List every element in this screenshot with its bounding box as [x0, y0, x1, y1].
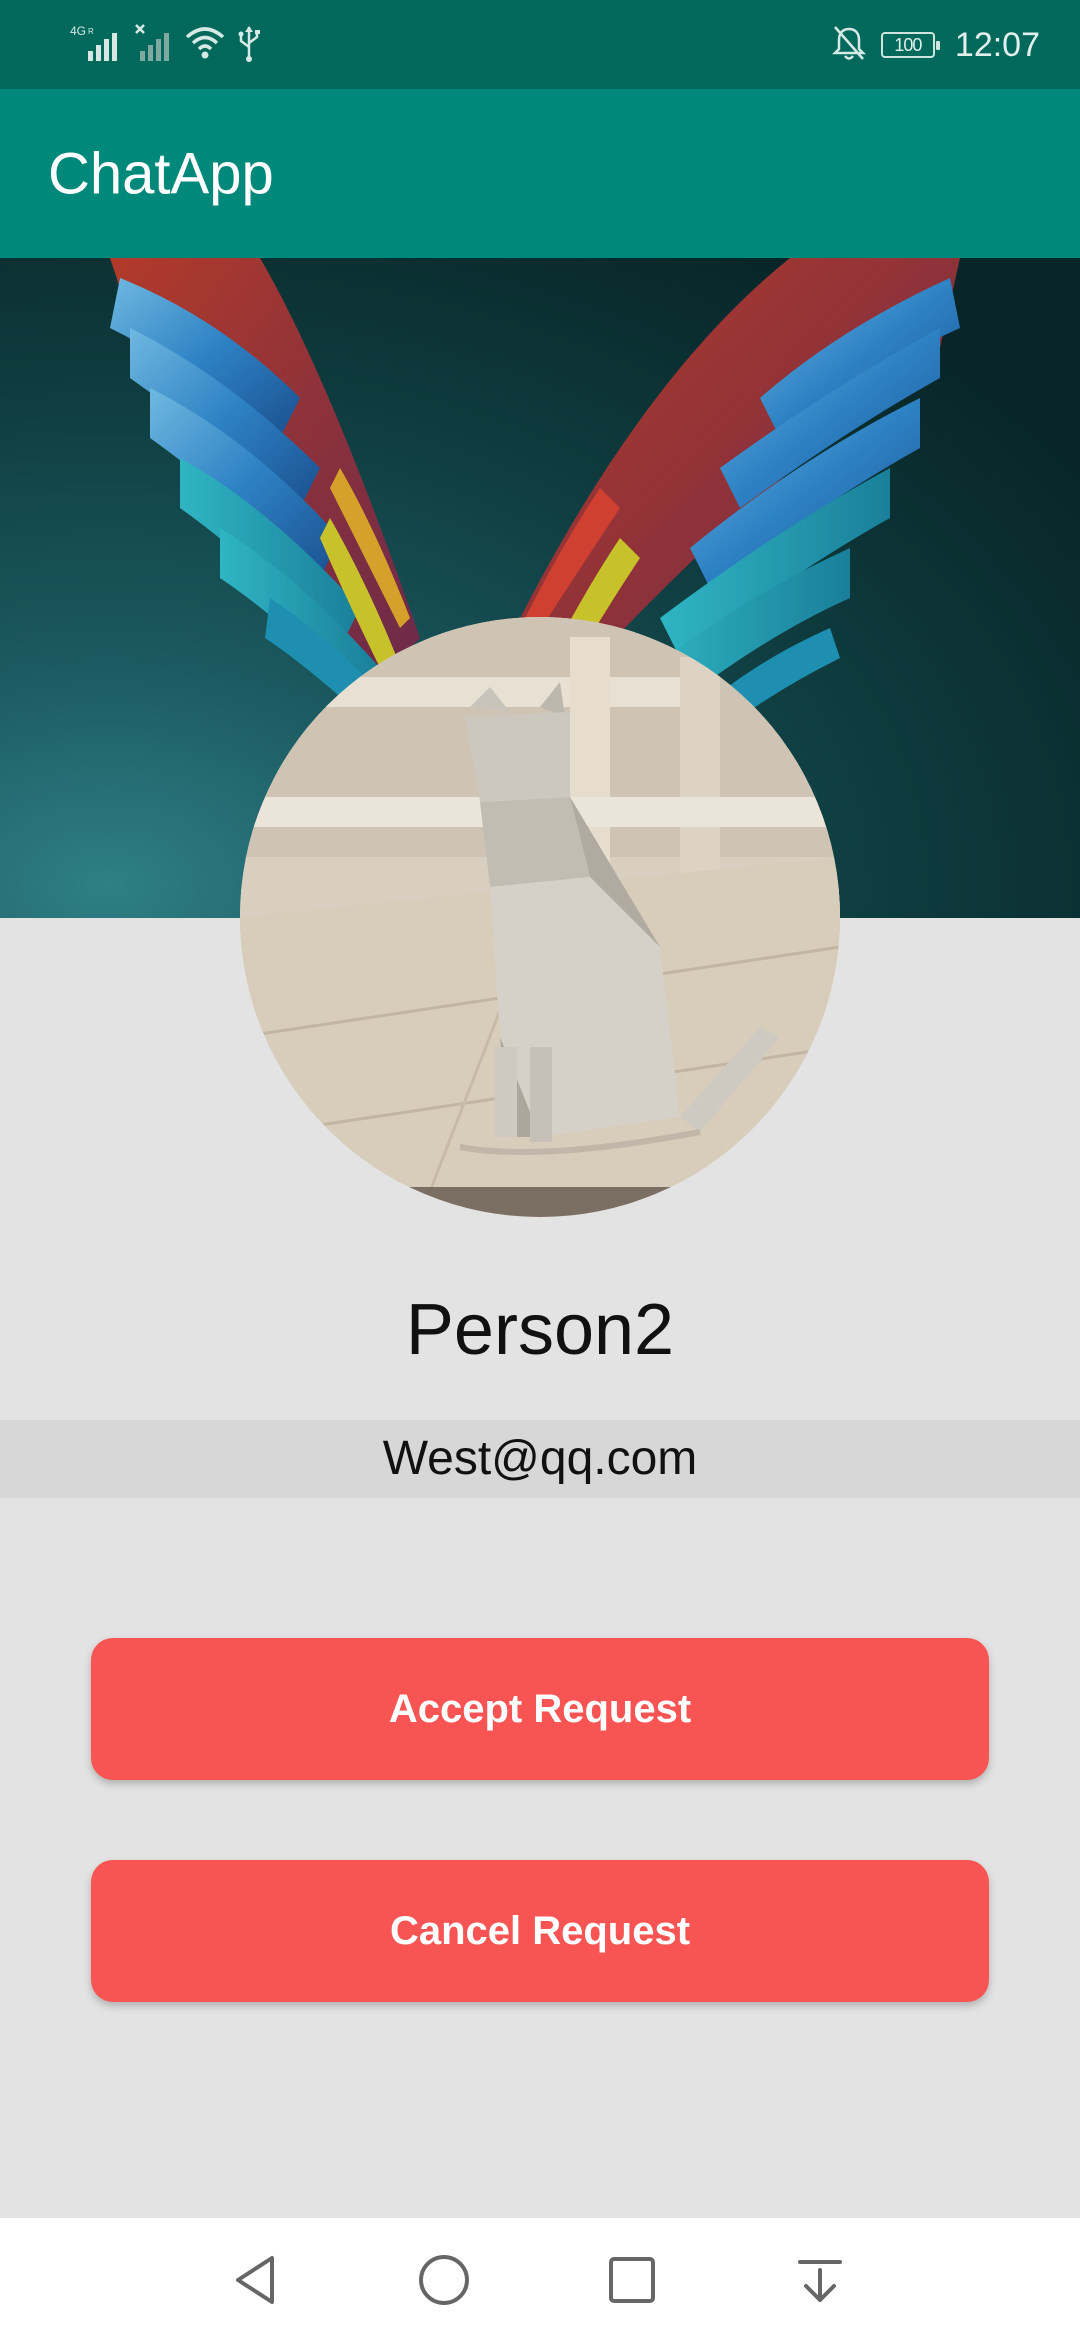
status-bar: 4G R 100 12:07: [0, 0, 1080, 89]
profile-avatar[interactable]: [240, 617, 840, 1217]
recents-button[interactable]: [590, 2238, 674, 2322]
back-button[interactable]: [214, 2238, 298, 2322]
notifications-off-icon: [831, 23, 867, 68]
paper-cat-image: [240, 617, 840, 1217]
status-right-icons: 100 12:07: [831, 22, 1040, 68]
svg-text:4G: 4G: [70, 24, 86, 38]
home-icon: [419, 2255, 469, 2305]
back-icon: [236, 2256, 274, 2304]
signal-no-sim-icon: [134, 23, 174, 68]
home-button[interactable]: [402, 2238, 486, 2322]
wifi-icon: [184, 23, 226, 68]
email-row: West@qq.com: [0, 1420, 1080, 1498]
profile-name: Person2: [405, 1290, 675, 1370]
status-left-icons: 4G R: [70, 22, 262, 68]
battery-icon: 100: [880, 32, 940, 58]
notification-shade-button[interactable]: [778, 2238, 862, 2322]
usb-icon: [236, 23, 262, 68]
profile-email: West@qq.com: [382, 1432, 698, 1485]
recents-icon: [609, 2257, 655, 2303]
accept-request-button[interactable]: Accept Request: [91, 1638, 989, 1780]
status-time: 12:07: [954, 25, 1040, 64]
cancel-request-button[interactable]: Cancel Request: [91, 1860, 989, 2002]
svg-text:R: R: [88, 27, 94, 36]
notification-shade-icon: [798, 2260, 842, 2302]
navigation-bar: [0, 2218, 1080, 2340]
battery-level: 100: [894, 35, 922, 55]
app-bar: ChatApp: [0, 89, 1080, 258]
signal-icon: 4G R: [70, 23, 124, 68]
app-title: ChatApp: [48, 141, 274, 206]
